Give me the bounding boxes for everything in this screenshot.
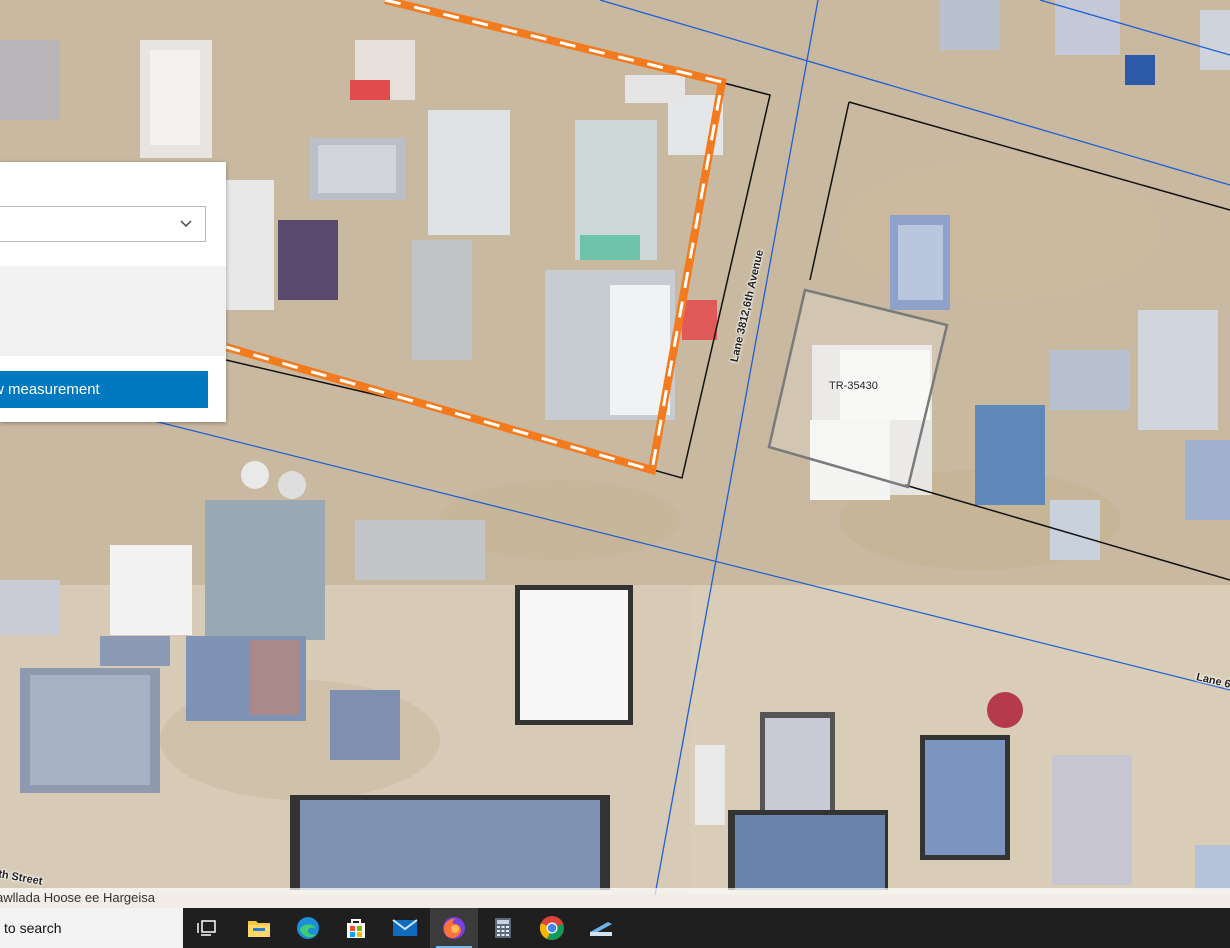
new-measurement-button[interactable]: w measurement xyxy=(0,371,208,408)
calculator-icon[interactable] xyxy=(479,908,527,948)
unit-dropdown[interactable] xyxy=(0,206,206,242)
edge-icon[interactable] xyxy=(284,908,332,948)
store-icon[interactable] xyxy=(332,908,380,948)
file-explorer-icon[interactable] xyxy=(235,908,283,948)
taskbar: to search xyxy=(0,908,1230,948)
firefox-icon[interactable] xyxy=(430,908,478,948)
scanner-icon[interactable] xyxy=(577,908,625,948)
chrome-icon[interactable] xyxy=(528,908,576,948)
measurement-panel: w measurement xyxy=(0,162,226,422)
measurement-result-area xyxy=(0,266,226,356)
map-attribution: awllada Hoose ee Hargeisa xyxy=(0,888,1230,908)
mail-icon[interactable] xyxy=(381,908,429,948)
aerial-map[interactable] xyxy=(0,0,1230,948)
parcel-label: TR-35430 xyxy=(829,380,878,392)
chevron-down-icon xyxy=(180,220,192,228)
taskbar-search[interactable]: to search xyxy=(0,908,183,948)
task-view-icon[interactable] xyxy=(183,908,231,948)
